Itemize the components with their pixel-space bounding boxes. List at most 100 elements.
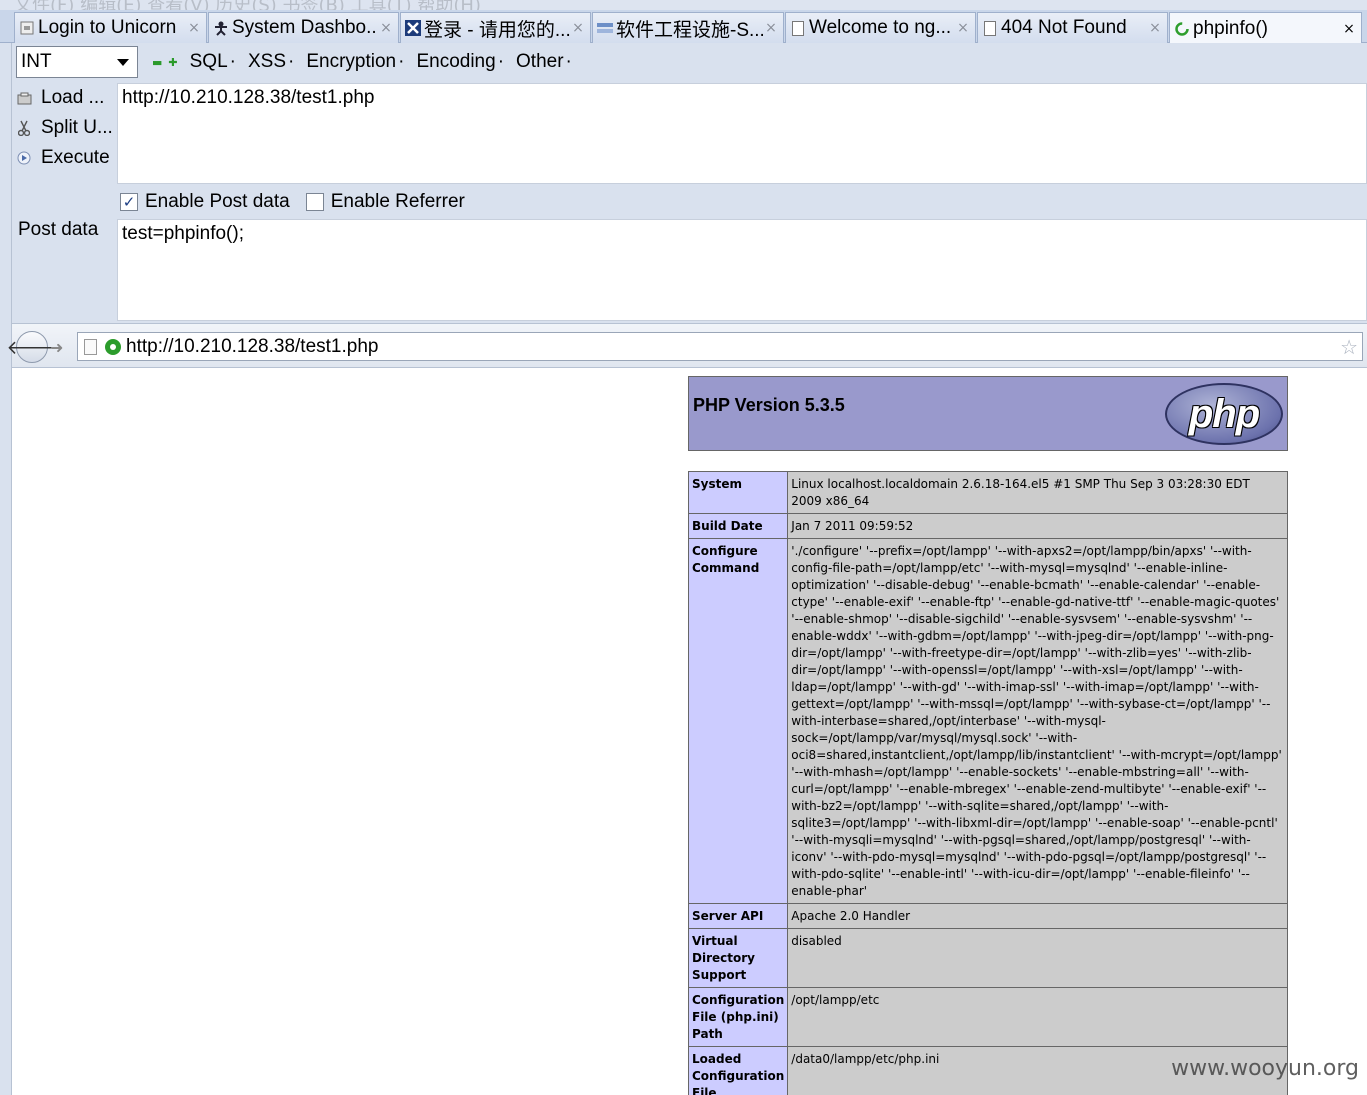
split-url-label: Split U... <box>41 117 113 138</box>
loading-icon <box>1174 21 1190 37</box>
page-icon <box>19 20 35 36</box>
tab-system-dashboard[interactable]: System Dashbo... × <box>208 12 399 43</box>
menu-encoding[interactable]: Encoding <box>416 51 504 73</box>
hackbar-toolbar: INT ▬ ✚ SQL XSS Encryption Encoding Othe… <box>12 43 1367 81</box>
row-key: Build Date <box>687 513 789 539</box>
table-row: Virtual Directory Support disabled <box>687 928 1288 988</box>
blank-page-icon <box>982 20 998 36</box>
hackbar-actions: Load ... Split U... Execute <box>12 83 117 173</box>
table-row: Server API Apache 2.0 Handler <box>687 903 1288 929</box>
row-value: Jan 7 2011 09:59:52 <box>787 513 1288 539</box>
enable-post-label: Enable Post data <box>145 191 290 212</box>
menu-bar-text: 文件(F) 编辑(E) 查看(V) 历史(S) 书签(B) 工具(T) 帮助(H… <box>14 0 481 10</box>
close-icon[interactable]: × <box>186 20 202 36</box>
tab-404-not-found[interactable]: 404 Not Found × <box>977 12 1168 43</box>
row-value: disabled <box>787 928 1288 988</box>
table-row: Configure Command './configure' '--prefix… <box>687 538 1288 904</box>
hackbar-panel: INT ▬ ✚ SQL XSS Encryption Encoding Othe… <box>12 43 1367 323</box>
type-select-value: INT <box>21 51 52 72</box>
puppet-icon <box>213 20 229 36</box>
tab-label: 软件工程设施-S... <box>616 19 763 41</box>
x-logo-icon <box>405 20 421 36</box>
load-icon <box>16 90 32 106</box>
split-url-button[interactable]: Split U... <box>12 113 117 143</box>
row-key: Server API <box>687 903 789 929</box>
php-version-header: PHP Version 5.3.5 php <box>688 376 1288 451</box>
chevron-down-icon <box>117 58 129 66</box>
table-row: Build Date Jan 7 2011 09:59:52 <box>687 513 1288 539</box>
tab-label: Welcome to ng... <box>809 17 952 38</box>
play-icon <box>16 150 32 166</box>
tab-software-engineering[interactable]: 软件工程设施-S... × <box>592 12 784 43</box>
type-select[interactable]: INT <box>16 46 138 78</box>
scissors-icon <box>16 120 32 136</box>
menu-xss[interactable]: XSS <box>248 51 294 73</box>
menu-encryption[interactable]: Encryption <box>306 51 404 73</box>
tab-welcome-nginx[interactable]: Welcome to ng... × <box>785 12 976 43</box>
close-icon[interactable]: × <box>378 20 394 36</box>
enable-referrer-checkbox[interactable] <box>305 193 324 211</box>
execute-label: Execute <box>41 147 110 168</box>
execute-button[interactable]: Execute <box>12 143 117 173</box>
enable-referrer-option[interactable]: Enable Referrer <box>305 191 465 213</box>
table-row: Configuration File (php.ini) Path/opt/la… <box>687 987 1288 1047</box>
enable-post-option[interactable]: ✓ Enable Post data <box>120 191 290 213</box>
address-url: http://10.210.128.38/test1.php <box>126 335 379 357</box>
row-key: Loaded Configuration File <box>687 1046 789 1095</box>
tab-login-to-unicorn[interactable]: Login to Unicorn × <box>14 12 207 43</box>
row-value: './configure' '--prefix=/opt/lampp' '--w… <box>787 538 1288 904</box>
plus-icon[interactable]: ✚ <box>168 56 177 69</box>
sidebar-edge <box>0 43 12 1095</box>
menu-other[interactable]: Other <box>516 51 572 73</box>
row-value: Linux localhost.localdomain 2.6.18-164.e… <box>787 471 1288 514</box>
url-textarea[interactable]: http://10.210.128.38/test1.php <box>117 83 1367 184</box>
back-button[interactable]: 🡐 <box>7 331 57 363</box>
nav-buttons: 🡐 ➜ <box>7 328 76 366</box>
php-version-title: PHP Version 5.3.5 <box>693 395 845 415</box>
tab-label: System Dashbo... <box>232 17 378 38</box>
close-icon[interactable]: × <box>1341 21 1357 37</box>
bookmark-star-icon[interactable]: ☆ <box>1340 335 1358 360</box>
increment-controls: ▬ ✚ <box>152 56 178 69</box>
enable-referrer-label: Enable Referrer <box>330 191 465 212</box>
table-row: System Linux localhost.localdomain 2.6.18… <box>687 471 1288 514</box>
php-logo[interactable]: php <box>1165 383 1283 445</box>
secure-status-icon <box>105 338 121 355</box>
php-logo-text: php <box>1188 391 1260 436</box>
post-data-textarea[interactable]: test=phpinfo(); <box>117 219 1367 321</box>
menu-bar[interactable]: 文件(F) 编辑(E) 查看(V) 历史(S) 书签(B) 工具(T) 帮助(H… <box>0 0 1367 10</box>
load-url-button[interactable]: Load ... <box>12 83 117 113</box>
row-value: Apache 2.0 Handler <box>787 903 1288 929</box>
server-icon <box>597 20 613 36</box>
close-icon[interactable]: × <box>763 20 779 36</box>
load-url-label: Load ... <box>41 87 105 108</box>
address-bar[interactable]: http://10.210.128.38/test1.php ☆ <box>77 332 1363 361</box>
row-value: /opt/lampp/etc <box>787 987 1288 1047</box>
close-icon[interactable]: × <box>570 20 586 36</box>
row-key: Configuration File (php.ini) Path <box>687 987 789 1047</box>
tab-phpinfo[interactable]: phpinfo() × <box>1169 12 1362 44</box>
tab-bar: Login to Unicorn × System Dashbo... × 登录… <box>0 10 1367 44</box>
tab-label: 404 Not Found <box>1001 17 1127 38</box>
row-key: Configure Command <box>687 538 789 904</box>
page-content: PHP Version 5.3.5 php System Linux localh… <box>13 369 1367 1095</box>
row-key: System <box>687 471 789 514</box>
tab-label: Login to Unicorn <box>38 17 177 38</box>
close-icon[interactable]: × <box>1147 20 1163 36</box>
menu-sql[interactable]: SQL <box>190 51 236 73</box>
minus-icon[interactable]: ▬ <box>152 56 162 69</box>
tab-label: phpinfo() <box>1193 17 1268 39</box>
tab-label: 登录 - 请用您的... <box>424 19 570 41</box>
row-key: Virtual Directory Support <box>687 928 789 988</box>
watermark: www.wooyun.org <box>1171 1056 1359 1081</box>
close-icon[interactable]: × <box>955 20 971 36</box>
forward-button[interactable]: ➜ <box>50 338 63 357</box>
phpinfo-table: System Linux localhost.localdomain 2.6.18… <box>687 471 1288 1095</box>
navigation-bar: 🡐 ➜ http://10.210.128.38/test1.php ☆ <box>7 323 1367 368</box>
tab-login-cn[interactable]: 登录 - 请用您的... × <box>400 12 591 43</box>
page-icon <box>84 338 97 355</box>
hackbar-options: ✓ Enable Post data Enable Referrer <box>120 188 481 216</box>
blank-page-icon <box>790 20 806 36</box>
enable-post-checkbox[interactable]: ✓ <box>120 193 138 211</box>
post-data-label: Post data <box>18 219 99 240</box>
